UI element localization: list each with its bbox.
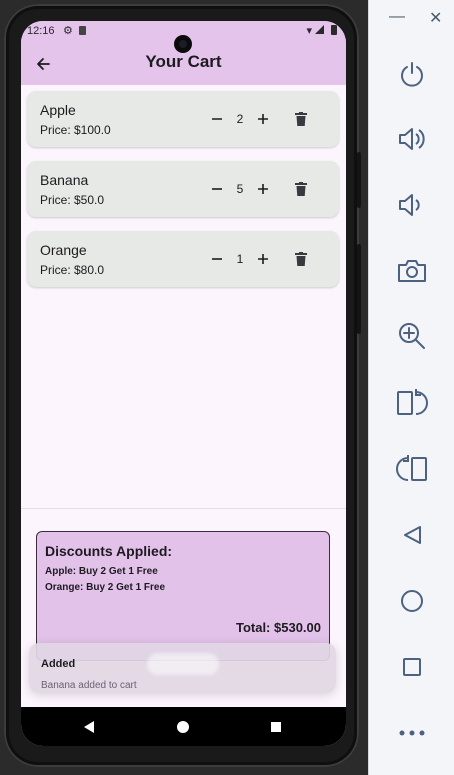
more-icon [399, 730, 425, 736]
camera-icon [398, 260, 426, 282]
increase-quantity-button[interactable] [253, 109, 273, 129]
minimize-button[interactable]: — [389, 8, 405, 26]
item-price: Price: $100.0 [40, 123, 111, 137]
trash-icon [295, 182, 307, 196]
home-circle-icon [177, 721, 189, 733]
decrease-quantity-button[interactable] [207, 249, 227, 269]
battery-icon [331, 25, 337, 35]
minus-icon [212, 188, 222, 190]
power-side-button [357, 152, 361, 208]
cart-list: Apple Price: $100.0 2 Banana Price: $50.… [27, 91, 339, 301]
item-name: Orange [40, 242, 87, 258]
plus-icon [258, 114, 268, 124]
cart-item-banana: Banana Price: $50.0 5 [27, 161, 339, 217]
emulator-home-button[interactable] [395, 584, 429, 618]
volume-down-icon [399, 194, 420, 216]
status-time: 12:16 [27, 25, 55, 37]
cart-total: Total: $530.00 [235, 620, 321, 635]
cart-item-apple: Apple Price: $100.0 2 [27, 91, 339, 147]
front-camera [174, 35, 192, 53]
plus-icon [258, 184, 268, 194]
settings-notification-icon: ⚙ [63, 25, 73, 37]
app-screen: 12:16 ⚙ ▾ Your Cart Apple Price: $100.0 [21, 21, 346, 746]
snackbar-action-button[interactable] [147, 653, 219, 675]
home-circle-icon [401, 590, 423, 612]
emulator-back-button[interactable] [395, 518, 429, 552]
quantity-value: 2 [236, 112, 244, 126]
close-button[interactable]: ✕ [429, 8, 442, 28]
volume-up-button[interactable] [395, 122, 429, 156]
delete-item-button[interactable] [291, 179, 311, 199]
sim-notification-icon [79, 26, 86, 35]
nav-recents-button[interactable] [266, 717, 286, 737]
screenshot-button[interactable] [395, 254, 429, 288]
volume-up-icon [399, 128, 425, 150]
item-price: Price: $50.0 [40, 193, 105, 207]
rotate-left-icon [397, 389, 428, 415]
snackbar-message: Banana added to cart [41, 680, 137, 691]
more-button[interactable] [395, 716, 429, 750]
cart-item-orange: Orange Price: $80.0 1 [27, 231, 339, 287]
emulator-toolbar: — ✕ [368, 0, 454, 775]
app-bar: 12:16 ⚙ ▾ Your Cart [21, 21, 346, 85]
discount-line: Orange: Buy 2 Get 1 Free [45, 582, 166, 593]
discount-line: Apple: Buy 2 Get 1 Free [45, 566, 158, 577]
item-price: Price: $80.0 [40, 263, 105, 277]
minus-icon [212, 118, 222, 120]
nav-back-button[interactable] [79, 717, 99, 737]
discount-summary: Discounts Applied: Apple: Buy 2 Get 1 Fr… [36, 531, 330, 661]
zoom-button[interactable] [395, 319, 429, 353]
rotate-right-icon [396, 455, 427, 481]
divider [21, 508, 346, 509]
page-title: Your Cart [145, 52, 222, 71]
volume-down-button[interactable] [395, 188, 429, 222]
zoom-icon [399, 323, 425, 349]
overview-square-icon [403, 658, 421, 676]
discount-title: Discounts Applied: [45, 543, 173, 559]
quantity-value: 5 [236, 182, 244, 196]
trash-icon [295, 252, 307, 266]
snackbar-title: Added [41, 658, 76, 670]
overview-square-icon [271, 722, 281, 732]
minus-icon [212, 258, 222, 260]
delete-item-button[interactable] [291, 109, 311, 129]
power-icon [401, 62, 423, 87]
nav-home-button[interactable] [173, 717, 193, 737]
phone-frame: 12:16 ⚙ ▾ Your Cart Apple Price: $100.0 [4, 4, 361, 767]
rotate-right-button[interactable] [395, 452, 429, 486]
increase-quantity-button[interactable] [253, 179, 273, 199]
volume-side-button [357, 244, 361, 334]
emulator-overview-button[interactable] [395, 650, 429, 684]
trash-icon [295, 112, 307, 126]
decrease-quantity-button[interactable] [207, 179, 227, 199]
snackbar: Added Banana added to cart [29, 643, 336, 693]
increase-quantity-button[interactable] [253, 249, 273, 269]
wifi-icon: ▾ [306, 25, 312, 37]
decrease-quantity-button[interactable] [207, 109, 227, 129]
power-button[interactable] [395, 57, 429, 91]
back-triangle-icon [84, 721, 94, 733]
rotate-left-button[interactable] [395, 386, 429, 420]
back-triangle-icon [404, 526, 421, 544]
delete-item-button[interactable] [291, 249, 311, 269]
quantity-value: 1 [236, 252, 244, 266]
plus-icon [258, 254, 268, 264]
item-name: Banana [40, 172, 89, 188]
system-nav-bar [21, 707, 346, 746]
cell-signal-icon [315, 25, 324, 34]
item-name: Apple [40, 102, 76, 118]
